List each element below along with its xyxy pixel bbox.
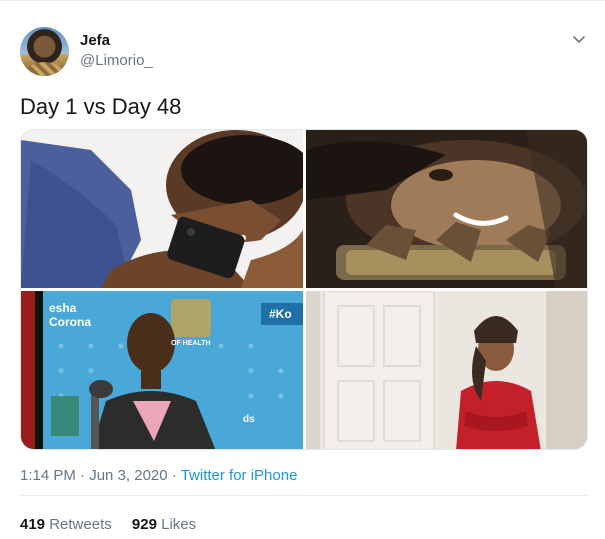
retweets-stat[interactable]: 419 Retweets — [20, 516, 112, 533]
tweet-time[interactable]: 1:14 PM — [20, 467, 76, 484]
author-handle[interactable]: @Limorio_ — [80, 52, 153, 69]
photo-1-illustration — [21, 130, 303, 288]
chevron-down-icon[interactable] — [572, 32, 586, 46]
meta-separator: · — [75, 467, 90, 484]
tweet-date[interactable]: Jun 3, 2020 — [89, 467, 167, 484]
tweet-meta: 1:14 PM · Jun 3, 2020 · Twitter for iPho… — [20, 467, 297, 484]
photo-4[interactable] — [306, 291, 587, 449]
photo-1[interactable] — [21, 130, 303, 288]
sign-text-ds: ds — [243, 414, 255, 425]
sign-text-left-bottom: Corona — [49, 315, 91, 329]
retweets-count: 419 — [20, 516, 46, 533]
tweet-text: Day 1 vs Day 48 — [20, 94, 182, 119]
photo-2-illustration — [306, 130, 587, 288]
avatar[interactable] — [20, 27, 69, 76]
tweet-card: Jefa @Limorio_ Day 1 vs Day 48 esha Coro… — [0, 0, 605, 539]
likes-count: 929 — [131, 516, 157, 533]
photo-2[interactable] — [306, 130, 587, 288]
likes-stat[interactable]: 929 Likes — [132, 516, 196, 533]
likes-label: Likes — [161, 516, 197, 533]
tweet-stats: 419 Retweets 929 Likes — [20, 516, 196, 533]
retweets-label: Retweets — [49, 516, 112, 533]
sign-text-left-top: esha — [49, 301, 77, 315]
meta-separator: · — [167, 467, 181, 484]
sign-text-health: OF HEALTH — [171, 340, 211, 347]
avatar-shirt — [26, 62, 63, 76]
tweet-source-link[interactable]: Twitter for iPhone — [181, 467, 298, 484]
divider — [20, 495, 588, 496]
photo-grid: esha Corona #Ko OF HEALTH ds — [20, 129, 588, 450]
photo-4-illustration — [306, 291, 587, 449]
sign-text-right: #Ko — [269, 307, 292, 321]
photo-3[interactable]: esha Corona #Ko OF HEALTH ds — [21, 291, 303, 449]
author-display-name[interactable]: Jefa — [80, 32, 110, 49]
